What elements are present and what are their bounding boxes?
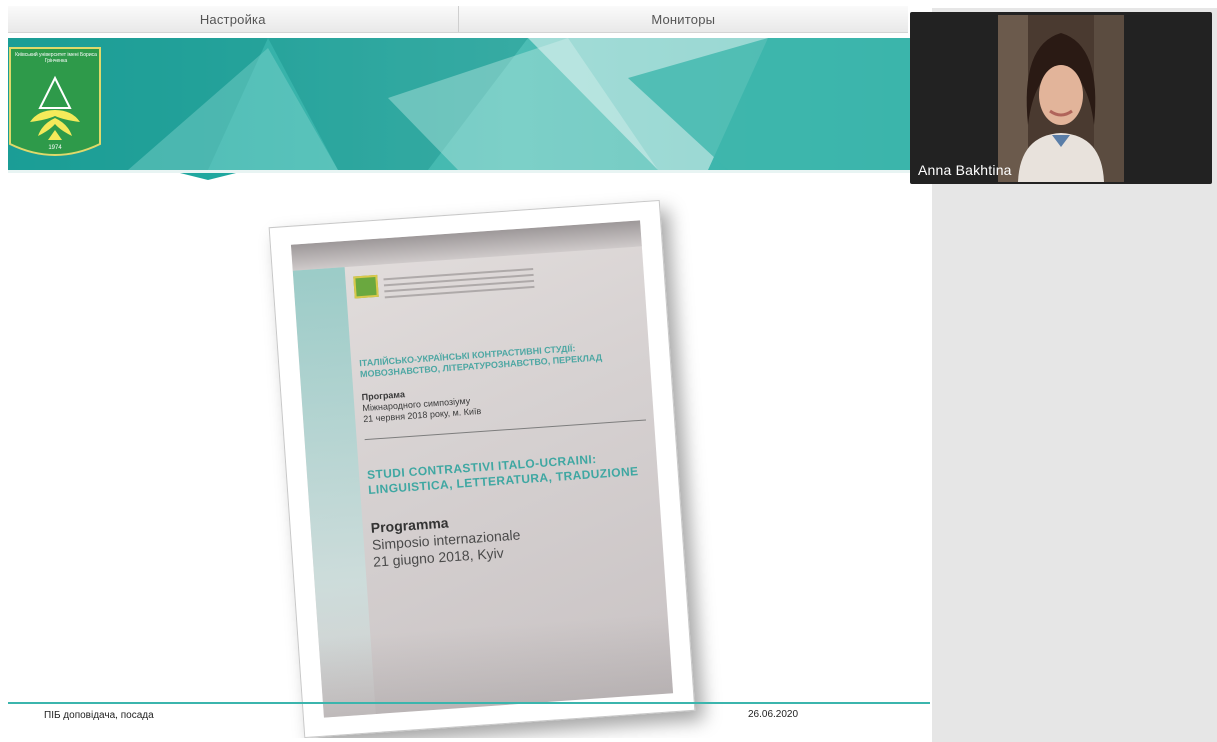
university-year: 1974 bbox=[48, 145, 62, 151]
university-logo: Київський університет імені Бориса Грінч… bbox=[8, 44, 102, 166]
slide-date: 26.06.2020 bbox=[748, 709, 799, 720]
presenter-toolbar: Настройка Мониторы bbox=[8, 6, 908, 33]
participant-name: Anna Bakhtina bbox=[918, 162, 1012, 178]
tab-settings[interactable]: Настройка bbox=[8, 6, 458, 32]
ua-programme-info: Програма Міжнародного симпозіуму 21 черв… bbox=[361, 373, 645, 426]
programme-photo-frame: Італійсько-українські контрастивні студі… bbox=[268, 199, 696, 738]
participant-avatar bbox=[998, 15, 1124, 182]
speaker-info-placeholder: ПІБ доповідача, посада bbox=[44, 710, 154, 721]
participant-video-tile[interactable]: Anna Bakhtina bbox=[910, 12, 1212, 184]
it-programme-info: Programma Simposio internazionale 21 giu… bbox=[370, 500, 655, 571]
it-symposium-title: Studi contrastivi italo-ucraini: linguis… bbox=[366, 452, 639, 497]
programme-photo: Італійсько-українські контрастивні студі… bbox=[290, 220, 674, 718]
university-name: Київський університет імені Бориса Грінч… bbox=[15, 52, 97, 64]
footer-divider bbox=[8, 702, 930, 704]
ua-symposium-title: Італійсько-українські контрастивні студі… bbox=[358, 343, 603, 380]
participant-video bbox=[998, 15, 1124, 182]
shared-slide: Київський університет імені Бориса Грінч… bbox=[8, 38, 930, 738]
programme-document: Італійсько-українські контрастивні студі… bbox=[353, 257, 655, 571]
crest-icon bbox=[353, 274, 379, 299]
divider bbox=[364, 419, 647, 441]
tab-monitors[interactable]: Мониторы bbox=[457, 6, 909, 32]
slide-banner bbox=[8, 38, 930, 180]
